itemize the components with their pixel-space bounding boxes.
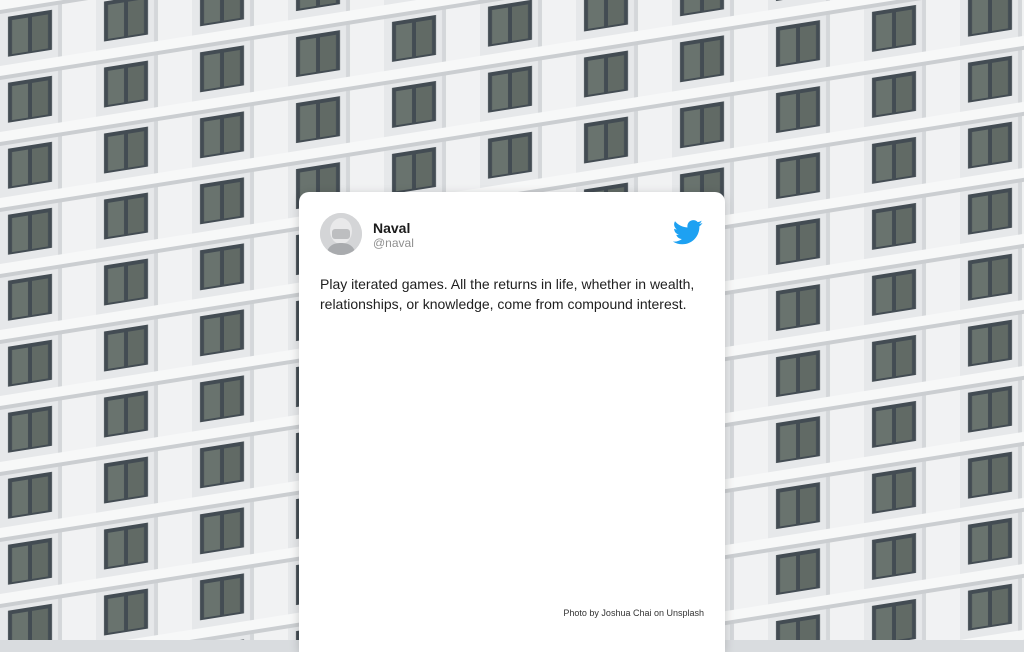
- author-handle[interactable]: @naval: [373, 236, 414, 250]
- author-name[interactable]: Naval: [373, 220, 410, 236]
- tweet-text: Play iterated games. All the returns in …: [320, 276, 695, 312]
- tweet-card: Naval @naval Play iterated games. All th…: [299, 192, 725, 652]
- photo-credit[interactable]: Photo by Joshua Chai on Unsplash: [563, 608, 704, 618]
- avatar-portrait-icon: [320, 213, 362, 255]
- author-avatar[interactable]: [320, 213, 362, 255]
- twitter-bird-icon[interactable]: [673, 220, 703, 245]
